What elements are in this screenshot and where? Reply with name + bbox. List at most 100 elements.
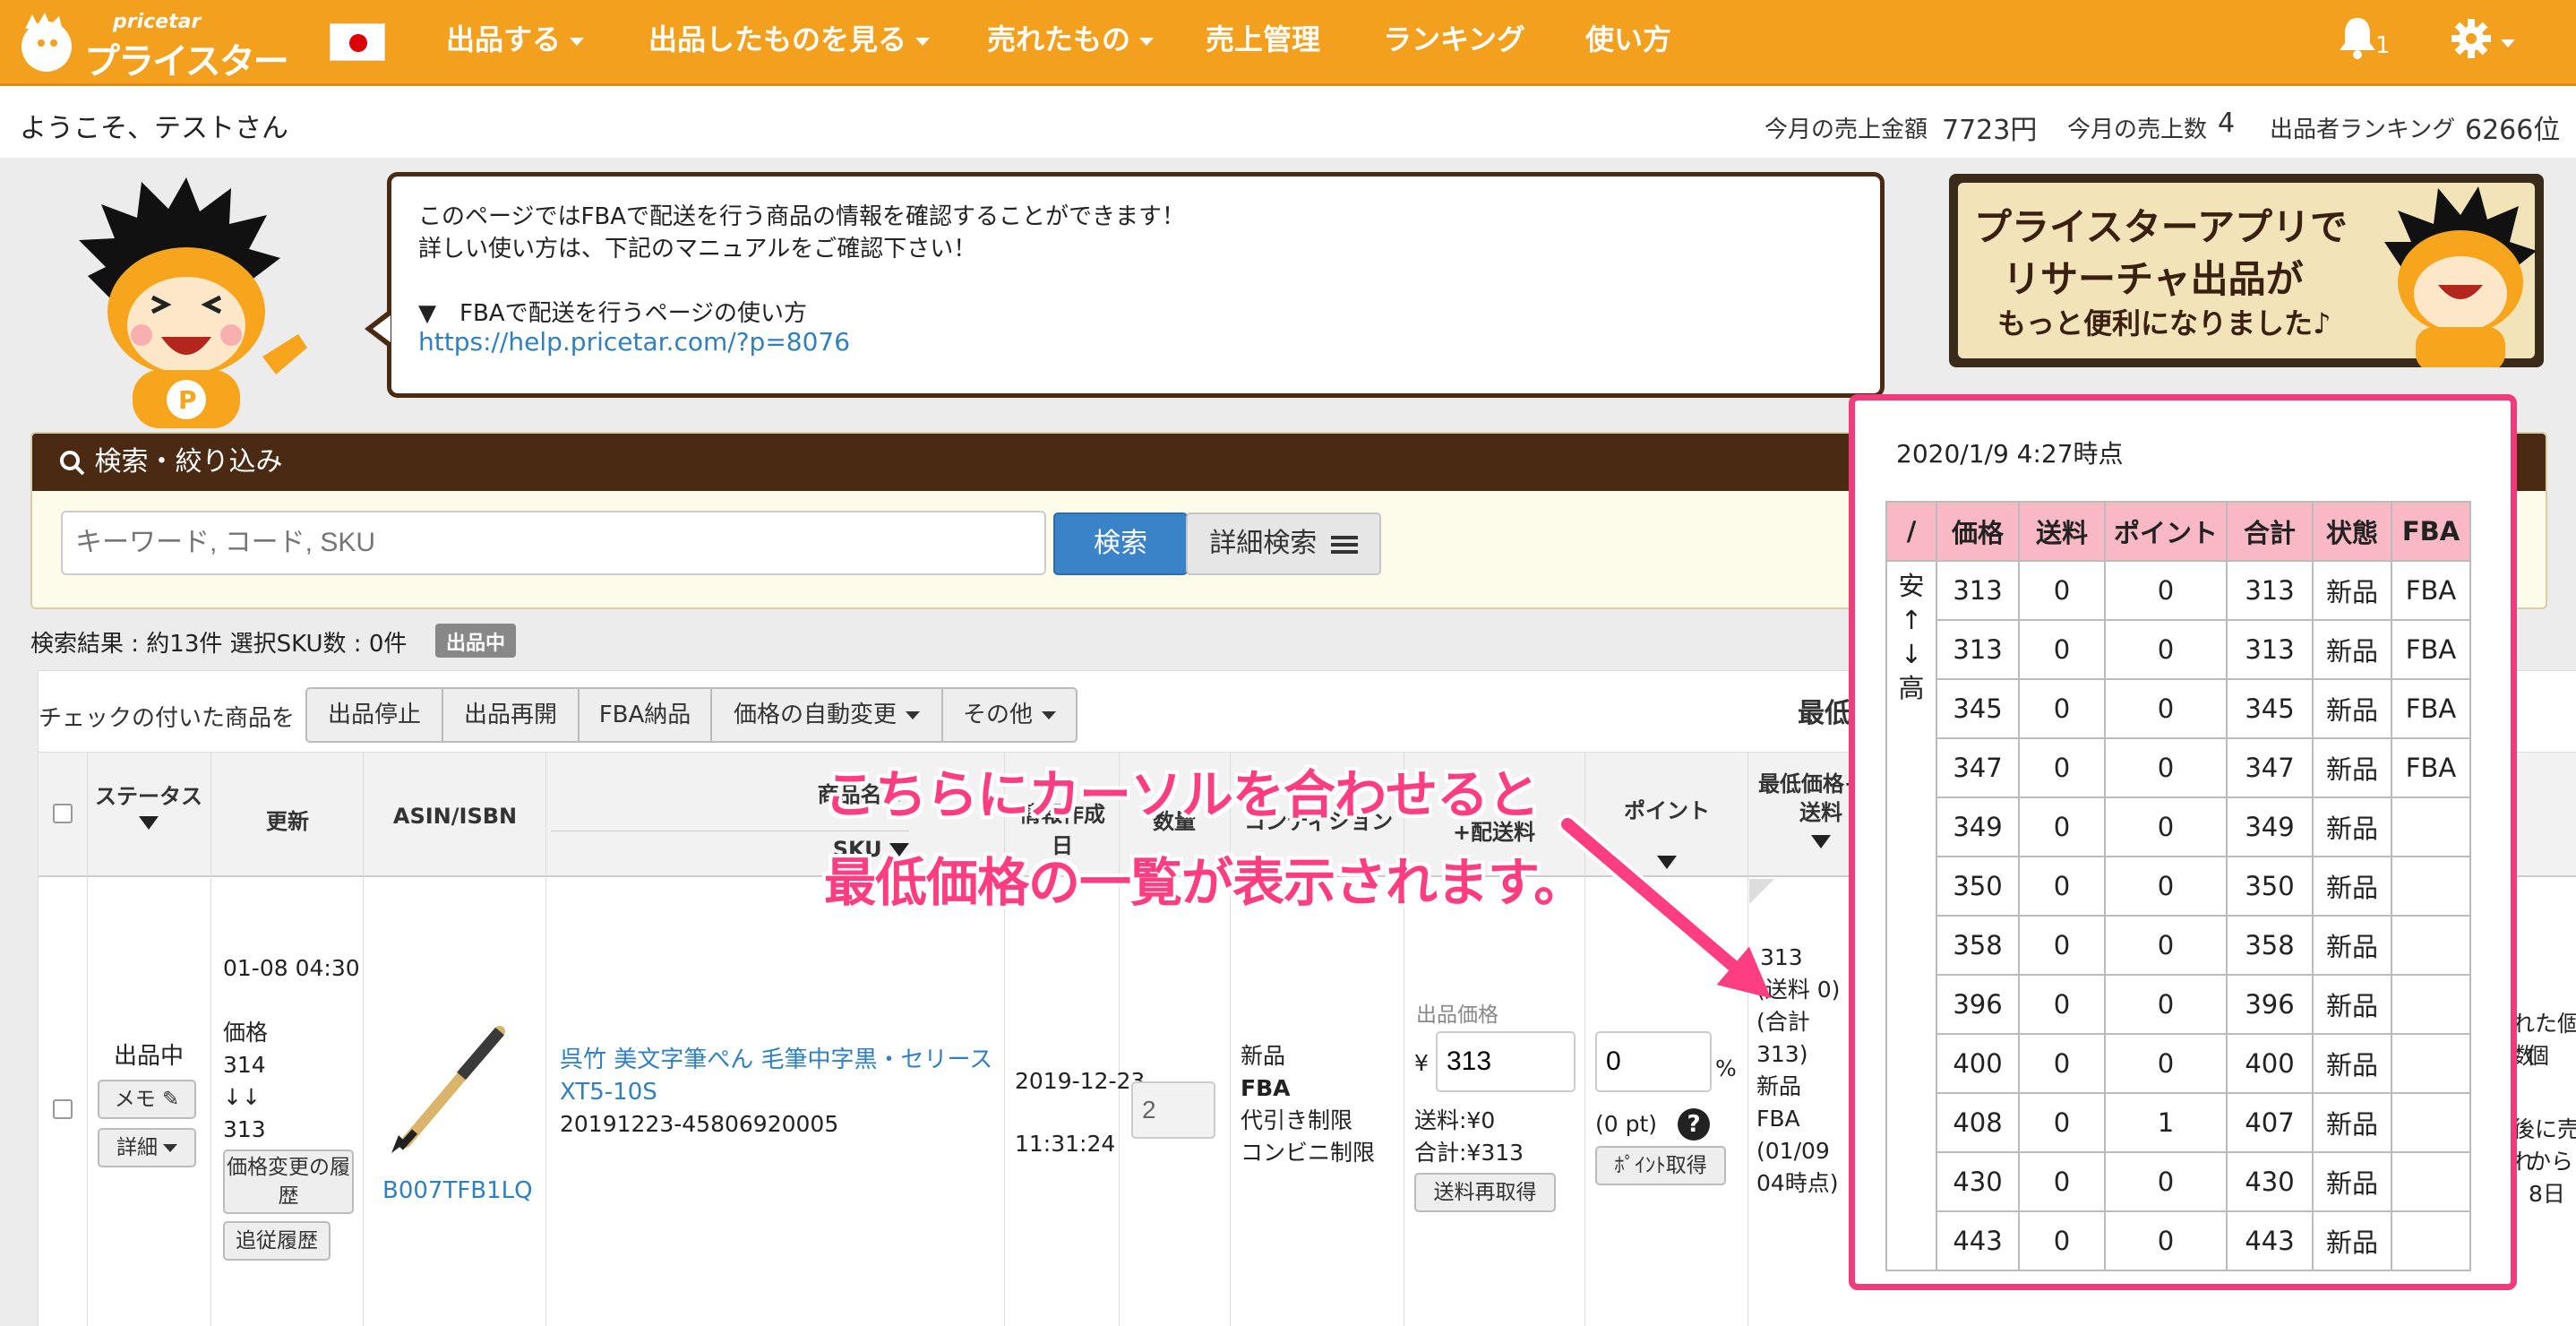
auto-price-button[interactable]: 価格の自動変更 xyxy=(710,687,943,743)
chevron-down-icon xyxy=(2501,39,2515,47)
banner-line-1: プライスターアプリで xyxy=(1974,205,2348,249)
lowest-price-popup: 2020/1/9 4:27時点 / 価格 送料 ポイント 合計 状態 FBA 安 ↑ ↓ 高… xyxy=(1849,394,2517,1290)
condition-cod: 代引き制限 xyxy=(1241,1107,1353,1133)
popup-row: 安 ↑ ↓ 高 313 0 0 313 新品 FBA xyxy=(1885,560,2471,1271)
nav-item-label: 使い方 xyxy=(1585,22,1672,56)
japan-flag-icon[interactable] xyxy=(330,23,385,61)
popup-header-cell: 合計 xyxy=(2226,501,2314,562)
other-actions-button[interactable]: その他 xyxy=(941,687,1078,743)
popup-cell: 400 xyxy=(1936,1033,2020,1094)
help-icon[interactable]: ? xyxy=(1678,1108,1710,1141)
popup-cell: 350 xyxy=(2226,856,2314,917)
popup-cell: 443 xyxy=(2226,1210,2314,1271)
listing-price-input[interactable] xyxy=(1436,1031,1576,1092)
popup-cell: 0 xyxy=(2104,1151,2228,1212)
detail-button[interactable]: 詳細 xyxy=(98,1128,196,1167)
col-divider xyxy=(87,752,88,1326)
nav-item-sales[interactable]: 売上管理 xyxy=(1206,0,1320,79)
nav-item-list[interactable]: 出品する xyxy=(446,0,585,79)
point-input[interactable] xyxy=(1595,1031,1712,1092)
chevron-down-icon xyxy=(1139,37,1155,46)
popup-row: 430 0 0 430 新品 xyxy=(1886,1151,2471,1212)
results-summary: 検索結果 : 約13件 選択SKU数 : 0件 xyxy=(30,631,408,658)
popup-cell: 396 xyxy=(2226,974,2314,1035)
popup-cell: 0 xyxy=(2018,856,2106,917)
product-name-link[interactable]: 呉竹 美文字筆ぺん 毛筆中字黒・セリース XT5-10S xyxy=(560,1044,999,1108)
popup-cell: 新品 xyxy=(2312,1210,2392,1271)
ranking-label: 出品者ランキング xyxy=(2270,116,2456,143)
list-icon xyxy=(1330,535,1358,554)
popup-header-cell: 価格 xyxy=(1936,501,2020,562)
sort-icon xyxy=(1811,835,1831,848)
popup-cell: 0 xyxy=(2104,1033,2228,1094)
popup-cell xyxy=(2391,1210,2471,1271)
price-new: 313 xyxy=(223,1116,266,1142)
nav-item-listed[interactable]: 出品したものを見る xyxy=(648,0,931,79)
popup-header-cell: 送料 xyxy=(2018,501,2106,562)
popup-cell: 430 xyxy=(2226,1151,2314,1212)
annotation-arrow xyxy=(1558,814,1772,999)
notification-bell[interactable]: 1 xyxy=(2338,14,2391,68)
popup-cell: 0 xyxy=(2104,974,2228,1035)
notification-count: 1 xyxy=(2375,32,2391,59)
settings-menu[interactable] xyxy=(2451,18,2531,66)
condition-new: 新品 xyxy=(1241,1043,1286,1069)
popup-cell: 0 xyxy=(2104,737,2228,798)
popup-cell: 0 xyxy=(2018,1092,2106,1153)
popup-row: 408 0 1 407 新品 xyxy=(1886,1092,2471,1153)
popup-cell: 新品 xyxy=(2312,737,2392,798)
popup-header-cell: / xyxy=(1885,501,1937,562)
popup-row: 349 0 0 349 新品 xyxy=(1886,796,2471,857)
popup-row: 345 0 0 345 新品 FBA xyxy=(1886,678,2471,739)
created-time: 11:31:24 xyxy=(1015,1131,1116,1157)
popup-cell xyxy=(2391,915,2471,976)
asin-link[interactable]: B007TFB1LQ xyxy=(382,1175,533,1207)
search-icon xyxy=(60,450,85,475)
nav-item-ranking[interactable]: ランキング xyxy=(1383,0,1525,79)
fba-shipping-button[interactable]: FBA納品 xyxy=(578,687,712,743)
search-button[interactable]: 検索 xyxy=(1053,512,1188,575)
sold-from: から xyxy=(2529,1149,2574,1175)
follow-history-button[interactable]: 追従履歴 xyxy=(223,1221,331,1261)
memo-button[interactable]: メモ ✎ xyxy=(98,1080,196,1119)
banner-line-2: リサーチャ出品が xyxy=(2003,257,2304,301)
header-update[interactable]: 更新 xyxy=(214,804,361,835)
detail-search-button[interactable]: 詳細検索 xyxy=(1186,512,1381,575)
help-link[interactable]: https://help.pricetar.com/?p=8076 xyxy=(418,327,850,357)
popup-header-cell: ポイント xyxy=(2104,501,2228,562)
status-badge: 出品中 xyxy=(435,624,517,658)
popup-cell: 0 xyxy=(2018,796,2106,857)
get-point-button[interactable]: ﾎﾟｲﾝﾄ取得 xyxy=(1595,1146,1726,1185)
popup-cell xyxy=(2391,796,2471,857)
other-actions-label: その他 xyxy=(962,702,1033,728)
resume-listing-button[interactable]: 出品再開 xyxy=(442,687,580,743)
header-status[interactable]: ステータス xyxy=(92,779,205,835)
lowest-date: (01/09 xyxy=(1756,1138,1830,1164)
app-banner[interactable]: プライスターアプリで リサーチャ出品が もっと便利になりました♪ xyxy=(1949,174,2544,367)
select-all-checkbox[interactable] xyxy=(53,804,73,823)
popup-cell: 347 xyxy=(1936,737,2020,798)
chevron-down-icon xyxy=(163,1144,177,1152)
popup-header-cell: 状態 xyxy=(2312,501,2392,562)
top-nav: pricetar プライスター 出品する 出品したものを見る 売れたもの 売上管… xyxy=(0,0,2576,86)
detail-search-label: 詳細検索 xyxy=(1209,528,1318,559)
reshipping-button[interactable]: 送料再取得 xyxy=(1414,1173,1556,1212)
stop-listing-button[interactable]: 出品停止 xyxy=(305,687,443,743)
nav-item-howto[interactable]: 使い方 xyxy=(1585,0,1671,79)
popup-row: 350 0 0 350 新品 xyxy=(1886,856,2471,917)
price-old: 314 xyxy=(223,1052,266,1078)
popup-cell: 349 xyxy=(2226,796,2314,857)
header-asin[interactable]: ASIN/ISBN xyxy=(366,804,544,829)
search-input[interactable] xyxy=(61,511,1046,575)
nav-item-sold[interactable]: 売れたもの xyxy=(987,0,1155,79)
price-history-button[interactable]: 価格変更の履歴 xyxy=(223,1149,354,1214)
popup-header-cell: FBA xyxy=(2391,501,2471,562)
popup-cell: 新品 xyxy=(2312,796,2392,857)
quantity-input[interactable] xyxy=(1131,1081,1215,1139)
row-checkbox[interactable] xyxy=(53,1099,73,1119)
popup-cell: 0 xyxy=(2018,1151,2106,1212)
popup-cell: 347 xyxy=(2226,737,2314,798)
row-status: 出品中 xyxy=(114,1043,185,1070)
popup-sort-direction: 安 ↑ ↓ 高 xyxy=(1885,560,1937,1271)
pricetar-logo[interactable]: pricetar プライスター xyxy=(16,11,303,82)
